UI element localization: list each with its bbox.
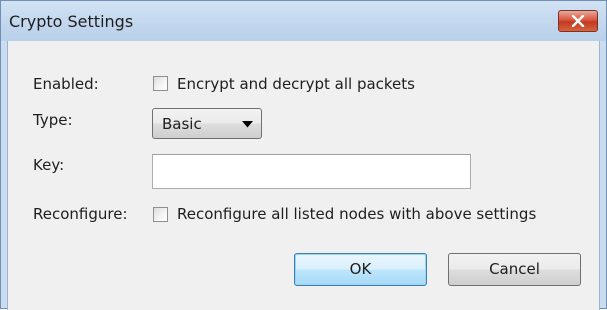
- type-select-value: Basic: [162, 115, 202, 133]
- reconfigure-label: Reconfigure:: [33, 205, 128, 223]
- ok-button-label: OK: [349, 260, 372, 278]
- encrypt-checkbox-label[interactable]: Encrypt and decrypt all packets: [177, 75, 415, 93]
- cancel-button-label: Cancel: [489, 260, 540, 278]
- key-label: Key:: [33, 156, 65, 174]
- type-label: Type:: [33, 111, 73, 129]
- crypto-settings-dialog: Crypto Settings Enabled: Encrypt and dec…: [0, 0, 607, 310]
- encrypt-checkbox[interactable]: [153, 76, 168, 91]
- chevron-down-icon: [242, 121, 253, 128]
- enabled-label: Enabled:: [33, 75, 99, 93]
- key-input[interactable]: [152, 154, 471, 189]
- reconfigure-checkbox-label[interactable]: Reconfigure all listed nodes with above …: [177, 205, 536, 223]
- dialog-body: Enabled: Encrypt and decrypt all packets…: [7, 41, 600, 310]
- reconfigure-checkbox[interactable]: [153, 207, 168, 222]
- window-title: Crypto Settings: [9, 12, 134, 31]
- close-button[interactable]: [558, 10, 598, 32]
- title-bar[interactable]: Crypto Settings: [1, 1, 606, 41]
- close-icon: [571, 15, 585, 27]
- ok-button[interactable]: OK: [294, 253, 427, 286]
- type-select[interactable]: Basic: [152, 108, 262, 139]
- cancel-button[interactable]: Cancel: [448, 253, 581, 286]
